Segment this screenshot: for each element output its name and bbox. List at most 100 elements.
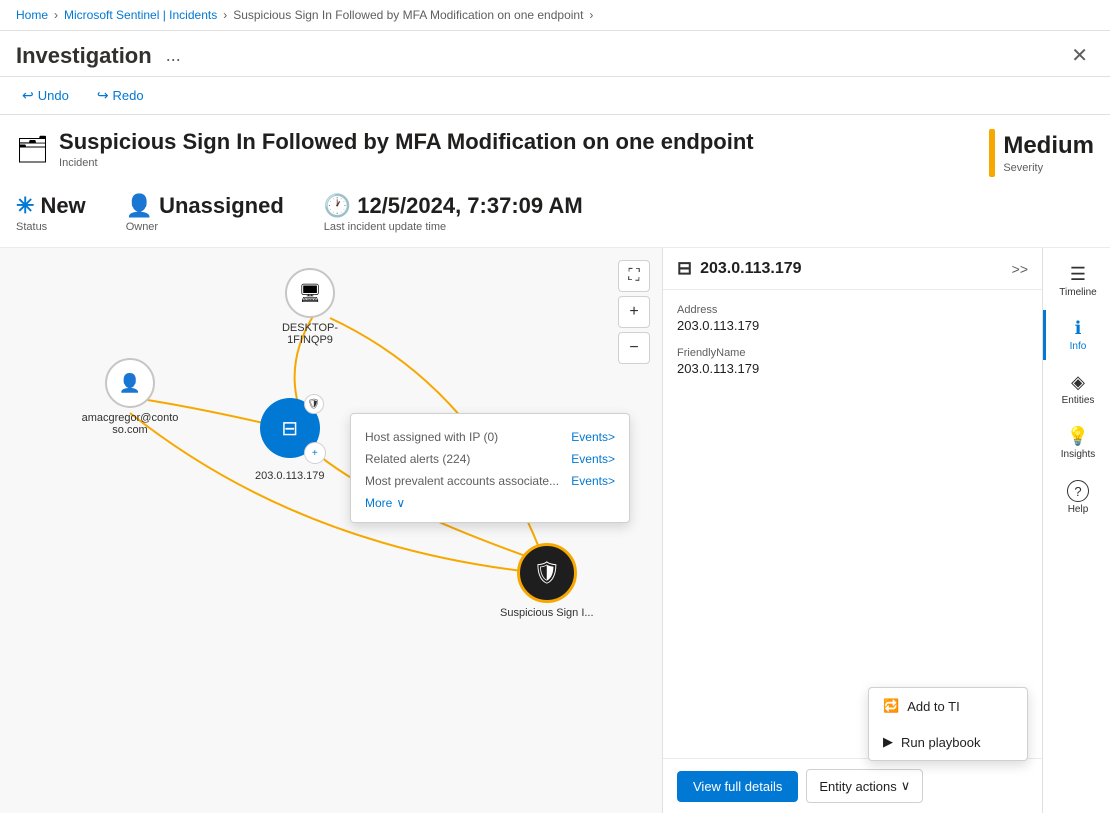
timeline-label: Timeline [1059,287,1096,298]
node-ip[interactable]: ⊟ 🛡 + 203.0.113.179 [255,398,325,482]
add-ti-icon: 🔁 [883,698,899,714]
redo-button[interactable]: ↪ Redo [91,83,150,108]
popup-link-0[interactable]: Events> [571,430,615,444]
owner-label: Owner [126,221,284,233]
detail-expand-button[interactable]: >> [1012,261,1028,277]
breadcrumb-home[interactable]: Home [16,8,48,22]
detail-field-friendlyname-label: FriendlyName [677,347,1028,359]
dropdown-add-ti[interactable]: 🔁 Add to TI [869,688,1027,724]
popup-row-1: Related alerts (224) Events> [365,448,615,470]
help-label: Help [1068,504,1089,515]
more-chevron: ∨ [396,496,405,510]
main-content: 🖥 DESKTOP-1FINQP9 👤 amacgregor@contoso.c… [0,248,1110,813]
incident-severity: Medium Severity [989,129,1094,177]
sidebar-item-help[interactable]: ? Help [1043,472,1110,523]
time-value: 12/5/2024, 7:37:09 AM [357,193,582,219]
popup-more[interactable]: More ∨ [365,492,615,510]
info-label: Info [1070,341,1087,352]
owner-value: Unassigned [159,193,284,219]
alert-node-circle: 🛡 [517,543,577,603]
breadcrumb: Home › Microsoft Sentinel | Incidents › … [0,0,1110,31]
entities-icon: ◈ [1071,372,1085,393]
more-label: More [365,496,392,510]
detail-panel-entity-icon: ⊟ [677,258,692,279]
user-node-icon: 👤 [105,358,155,408]
detail-field-friendlyname-value: 203.0.113.179 [677,361,1028,376]
detail-panel-header: ⊟ 203.0.113.179 >> [663,248,1042,290]
status-item-time: 🕐 12/5/2024, 7:37:09 AM Last incident up… [324,193,583,233]
time-label: Last incident update time [324,221,583,233]
graph-area: 🖥 DESKTOP-1FINQP9 👤 amacgregor@contoso.c… [0,248,662,813]
detail-panel: ⊟ 203.0.113.179 >> Address 203.0.113.179… [662,248,1042,813]
close-button[interactable]: ✕ [1065,41,1094,70]
node-alert[interactable]: 🛡 Suspicious Sign I... [500,543,594,619]
breadcrumb-incidents[interactable]: Microsoft Sentinel | Incidents [64,8,217,22]
detail-field-friendlyname: FriendlyName 203.0.113.179 [677,347,1028,376]
status-icon: ✳ [16,193,34,219]
detail-field-address-label: Address [677,304,1028,316]
alert-node-label: Suspicious Sign I... [500,607,594,619]
ip-node-circle: ⊟ 🛡 + [260,398,320,458]
desktop-node-label: DESKTOP-1FINQP9 [260,322,360,346]
status-item-status: ✳ New Status [16,193,86,233]
timeline-icon: ☰ [1070,264,1086,285]
entity-actions-chevron: ∨ [901,778,911,794]
severity-label: Severity [1003,162,1094,174]
entity-actions-label: Entity actions [819,779,896,794]
undo-button[interactable]: ↩ Undo [16,83,75,108]
page-title: Investigation [16,43,152,69]
run-playbook-icon: ▶ [883,734,893,750]
status-item-owner: 👤 Unassigned Owner [126,193,284,233]
popup-link-2[interactable]: Events> [571,474,615,488]
severity-bar [989,129,995,177]
incident-label: Incident [59,157,754,169]
zoom-in-button[interactable]: + [618,296,650,328]
popup-label-0: Host assigned with IP (0) [365,430,571,444]
sidebar-item-timeline[interactable]: ☰ Timeline [1043,256,1110,306]
node-desktop[interactable]: 🖥 DESKTOP-1FINQP9 [260,268,360,346]
severity-value: Medium [1003,132,1094,160]
popup-row-0: Host assigned with IP (0) Events> [365,426,615,448]
undo-icon: ↩ [22,87,34,104]
breadcrumb-sep3: › [589,8,593,22]
popup-label-1: Related alerts (224) [365,452,571,466]
dropdown-menu: 🔁 Add to TI ▶ Run playbook [868,687,1028,761]
detail-actions: View full details Entity actions ∨ [663,758,1042,813]
redo-icon: ↪ [97,87,109,104]
dropdown-run-playbook[interactable]: ▶ Run playbook [869,724,1027,760]
insights-icon: 💡 [1067,426,1089,447]
detail-field-address: Address 203.0.113.179 [677,304,1028,333]
status-row: ✳ New Status 👤 Unassigned Owner 🕐 12/5/2… [16,189,1094,237]
redo-label: Redo [113,88,144,103]
add-ti-label: Add to TI [907,699,960,714]
sidebar-item-entities[interactable]: ◈ Entities [1043,364,1110,414]
popup-label-2: Most prevalent accounts associate... [365,474,571,488]
breadcrumb-sep2: › [223,8,227,22]
toolbar: ↩ Undo ↪ Redo [0,77,1110,115]
node-user[interactable]: 👤 amacgregor@contoso.com [80,358,180,436]
status-label: Status [16,221,86,233]
popup-link-1[interactable]: Events> [571,452,615,466]
page-header: Investigation ... ✕ [0,31,1110,77]
time-icon: 🕐 [324,193,351,219]
expand-button[interactable]: ⛶ [618,260,650,292]
run-playbook-label: Run playbook [901,735,981,750]
ip-node-label: 203.0.113.179 [255,470,325,482]
sidebar-item-info[interactable]: ℹ Info [1043,310,1110,360]
view-full-details-button[interactable]: View full details [677,771,798,802]
zoom-out-button[interactable]: − [618,332,650,364]
graph-controls: ⛶ + − [618,260,650,364]
desktop-node-icon: 🖥 [285,268,335,318]
popup-row-2: Most prevalent accounts associate... Eve… [365,470,615,492]
info-icon: ℹ [1075,318,1082,339]
incident-title: Suspicious Sign In Followed by MFA Modif… [59,129,754,155]
entity-actions-button[interactable]: Entity actions ∨ [806,769,923,803]
undo-label: Undo [38,88,69,103]
breadcrumb-sep1: › [54,8,58,22]
detail-panel-title-text: 203.0.113.179 [700,260,801,278]
user-node-label: amacgregor@contoso.com [80,412,180,436]
help-icon: ? [1067,480,1089,502]
ellipsis-button[interactable]: ... [160,43,187,68]
owner-icon: 👤 [126,193,153,219]
sidebar-item-insights[interactable]: 💡 Insights [1043,418,1110,468]
